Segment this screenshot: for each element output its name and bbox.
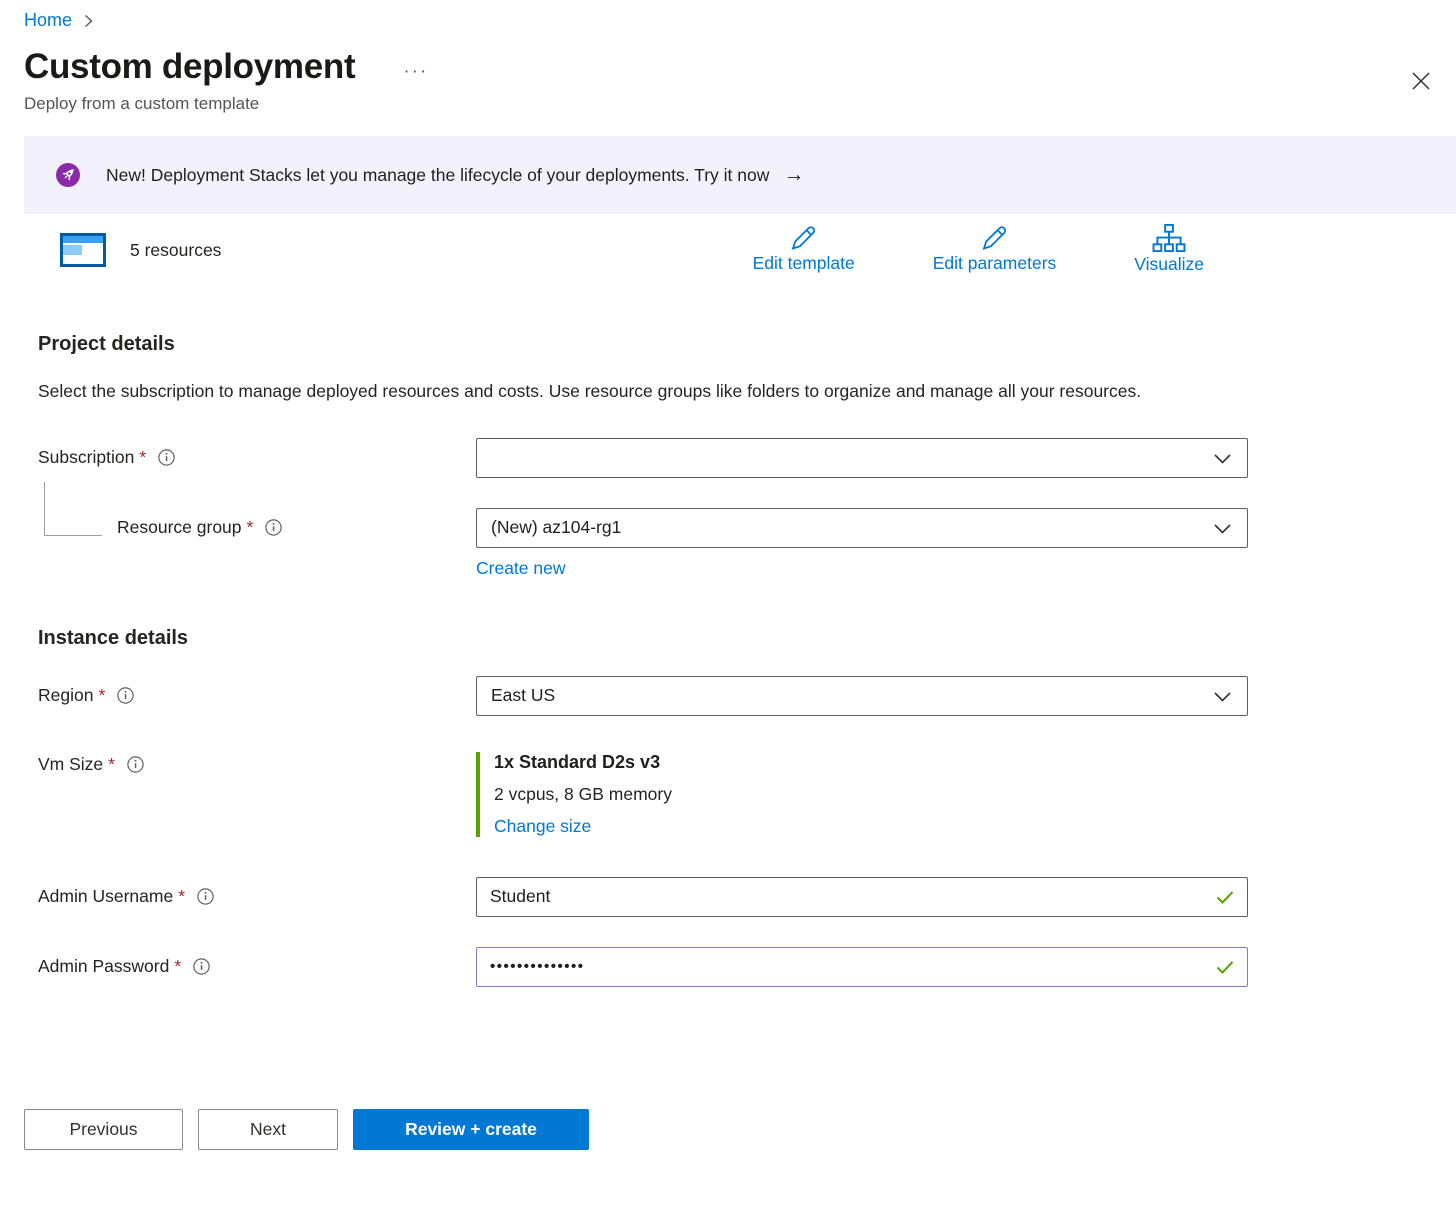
valid-check-icon [1216,961,1234,974]
announcement-banner: New! Deployment Stacks let you manage th… [24,136,1456,214]
admin-username-input[interactable] [476,877,1248,917]
required-asterisk: * [139,447,146,468]
vm-size-control-cell: 1x Standard D2s v3 2 vcpus, 8 GB memory … [476,752,1248,837]
region-control-cell: East US [476,676,1248,716]
required-asterisk: * [174,956,181,977]
template-resources: 5 resources [60,233,221,275]
next-button[interactable]: Next [198,1109,338,1150]
page-title: Custom deployment [24,47,355,87]
info-icon[interactable] [117,687,134,704]
vm-size-summary: 1x Standard D2s v3 2 vcpus, 8 GB memory … [476,752,1248,837]
template-bar: 5 resources Edit template Edit parameter… [0,214,1456,281]
subscription-label: Subscription [38,447,134,468]
vm-size-specs: 2 vcpus, 8 GB memory [494,784,1248,805]
visualize-label: Visualize [1134,254,1204,275]
section-heading-project-details: Project details [38,333,1456,356]
pencil-icon [980,224,1010,252]
vm-size-title: 1x Standard D2s v3 [494,752,1248,773]
footer-actions: Previous Next Review + create [24,1109,1456,1150]
region-dropdown[interactable]: East US [476,676,1248,716]
admin-username-field [476,877,1248,917]
chevron-down-icon [1214,524,1231,534]
custom-deployment-page: Home Custom deployment ··· Deploy from a… [0,0,1456,1219]
admin-password-label-cell: Admin Password * [38,956,476,977]
subscription-control-cell [476,438,1248,478]
region-label: Region [38,685,93,706]
subscription-row: Subscription * [0,438,1456,478]
admin-password-row: Admin Password * [0,947,1456,987]
banner-message: New! Deployment Stacks let you manage th… [106,165,769,186]
vm-size-label-cell: Vm Size * [38,752,476,775]
vm-size-row: Vm Size * 1x Standard D2s v3 2 vcpus, 8 … [0,752,1456,837]
edit-parameters-button[interactable]: Edit parameters [933,224,1057,275]
required-asterisk: * [247,517,254,538]
edit-parameters-label: Edit parameters [933,253,1057,274]
pencil-icon [789,224,819,252]
vm-size-link-row: Change size [494,816,1248,837]
admin-password-field [476,947,1248,987]
template-icon [60,233,106,267]
required-asterisk: * [98,685,105,706]
close-icon [1412,72,1430,90]
org-chart-icon [1152,224,1186,253]
chevron-right-icon [84,14,93,28]
resource-group-label-cell: Resource group * [38,517,476,538]
close-button[interactable] [1406,66,1436,99]
change-size-link[interactable]: Change size [494,816,591,836]
admin-password-control-cell [476,947,1248,987]
template-actions: Edit template Edit parameters Visualize [753,224,1204,275]
info-icon[interactable] [197,888,214,905]
page-header: Custom deployment ··· [0,47,1456,87]
admin-username-label: Admin Username [38,886,173,907]
breadcrumb: Home [0,0,1456,31]
region-row: Region * East US [0,676,1456,716]
resource-group-label: Resource group [117,517,242,538]
rocket-icon [56,163,80,187]
vm-size-label: Vm Size [38,754,103,775]
project-details-description: Select the subscription to manage deploy… [38,376,1188,408]
admin-username-row: Admin Username * [0,877,1456,917]
edit-template-label: Edit template [753,253,855,274]
info-icon[interactable] [265,519,282,536]
resource-group-value: (New) az104-rg1 [491,517,621,538]
subscription-label-cell: Subscription * [38,447,476,468]
info-icon[interactable] [193,958,210,975]
previous-button[interactable]: Previous [24,1109,183,1150]
admin-username-label-cell: Admin Username * [38,886,476,907]
chevron-down-icon [1214,692,1231,702]
info-icon[interactable] [127,756,144,773]
admin-password-input[interactable] [476,947,1248,987]
info-icon[interactable] [158,449,175,466]
resource-group-dropdown[interactable]: (New) az104-rg1 [476,508,1248,548]
required-asterisk: * [108,754,115,775]
tree-connector [44,482,102,536]
admin-password-label: Admin Password [38,956,169,977]
edit-template-button[interactable]: Edit template [753,224,855,275]
region-value: East US [491,685,555,706]
valid-check-icon [1216,891,1234,904]
create-new-row: Create new [0,558,1456,579]
breadcrumb-home-link[interactable]: Home [24,10,72,31]
create-new-link[interactable]: Create new [476,558,566,578]
chevron-down-icon [1214,454,1231,464]
required-asterisk: * [178,886,185,907]
subscription-dropdown[interactable] [476,438,1248,478]
more-options-button[interactable]: ··· [403,54,428,81]
banner-try-it-now-arrow-link[interactable]: → [783,163,804,187]
deployment-form: Subscription * Resource group * [0,438,1456,987]
review-create-button[interactable]: Review + create [353,1109,589,1150]
resource-group-control-cell: (New) az104-rg1 [476,508,1248,548]
admin-username-control-cell [476,877,1248,917]
region-label-cell: Region * [38,685,476,706]
section-heading-instance-details: Instance details [38,627,1456,650]
resource-group-row: Resource group * (New) az104-rg1 [0,508,1456,548]
page-subtitle: Deploy from a custom template [0,94,1456,114]
visualize-button[interactable]: Visualize [1134,224,1204,275]
resources-count: 5 resources [130,240,221,261]
